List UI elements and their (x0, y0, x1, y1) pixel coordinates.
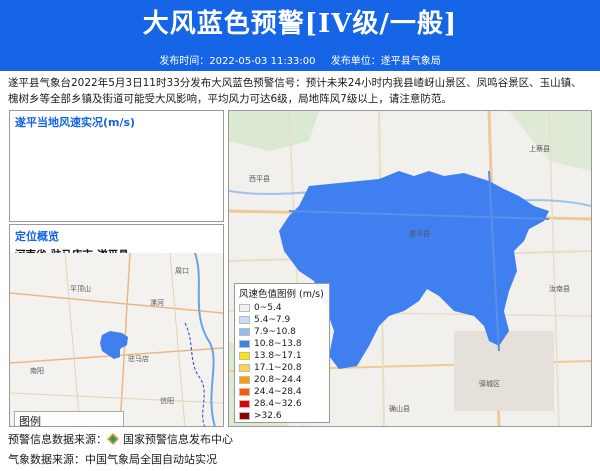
location-map-svg: 平顶山 漯河 周口 驻马店 南阳 信阳 (10, 252, 223, 426)
map-legend-title: 图例 (19, 415, 41, 427)
wind-legend-item: 13.8~17.1 (235, 350, 329, 362)
map-label: 驻马店 (128, 354, 149, 363)
wind-legend-label: 24.4~28.4 (254, 387, 302, 397)
weather-name: 中国气象局全国自动站实况 (85, 453, 217, 466)
wind-legend-swatch (239, 412, 250, 420)
map-label: 平顶山 (70, 284, 91, 293)
wind-legend-item: 0~5.4 (235, 302, 329, 314)
map-label: 周口 (175, 267, 189, 275)
map-legend: 图例 国界 省界 (14, 411, 124, 427)
wind-speed-legend: 风速色值图例 (m/s) 0~5.4 5.4~7.9 7.9~10.8 10.8~13… (234, 283, 330, 423)
wind-legend-label: 20.8~24.4 (254, 375, 302, 385)
wind-legend-item: 7.9~10.8 (235, 326, 329, 338)
wind-legend-label: 10.8~13.8 (254, 339, 302, 349)
main-map-panel: 西平县 遂平县 上蔡县 汝南县 驿城区 确山县 风速色值图例 (m/s) 0~5… (228, 110, 592, 427)
wind-legend-item: 5.4~7.9 (235, 314, 329, 326)
wind-legend-swatch (239, 328, 250, 336)
wind-legend-label: 5.4~7.9 (254, 315, 291, 325)
wind-legend-swatch (239, 304, 250, 312)
wind-legend-item: >32.6 (235, 410, 329, 422)
wind-legend-swatch (239, 376, 250, 384)
wind-legend-label: >32.6 (254, 411, 282, 421)
county-wind-map[interactable]: 西平县 遂平县 上蔡县 汝南县 驿城区 确山县 风速色值图例 (m/s) 0~5… (229, 111, 591, 426)
map-label: 驿城区 (479, 380, 500, 388)
wind-legend-swatch (239, 388, 250, 396)
weather-source: 气象数据来源： 中国气象局全国自动站实况 (8, 451, 592, 467)
warning-source: 预警信息数据来源： 国家预警信息发布中心 (8, 431, 592, 447)
location-title: 定位概览 (15, 230, 59, 243)
wind-legend-item: 17.1~20.8 (235, 362, 329, 374)
location-map[interactable]: 平顶山 漯河 周口 驻马店 南阳 信阳 图例 国界 省界 (10, 252, 223, 427)
map-label: 上蔡县 (529, 144, 550, 153)
wind-legend-label: 17.1~20.8 (254, 363, 302, 373)
warning-center-logo-icon (107, 433, 119, 445)
map-label: 确山县 (389, 404, 410, 413)
header-meta: 发布时间：2022-05-03 11:33:00 发布单位：遂平县气象局 (0, 55, 600, 71)
wind-legend-title: 风速色值图例 (m/s) (239, 289, 324, 300)
header-banner: 大风蓝色预警[IV级/一般] (0, 0, 600, 55)
publish-time: 发布时间：2022-05-03 11:33:00 (159, 56, 316, 67)
wind-legend-label: 0~5.4 (254, 303, 282, 313)
map-label: 汝南县 (549, 284, 570, 293)
wind-legend-item: 28.4~32.6 (235, 398, 329, 410)
map-label: 信阳 (160, 396, 174, 405)
wind-speed-title: 遂平当地风速实况(m/s) (15, 116, 136, 129)
publish-unit: 发布单位：遂平县气象局 (330, 56, 441, 67)
map-label: 漯河 (150, 298, 164, 307)
wind-legend-swatch (239, 400, 250, 408)
wind-legend-label: 13.8~17.1 (254, 351, 302, 361)
wind-legend-label: 28.4~32.6 (254, 399, 302, 409)
wind-legend-item: 20.8~24.4 (235, 374, 329, 386)
warning-title: 大风蓝色预警[IV级/一般] (142, 9, 458, 39)
source-label: 预警信息数据来源： (8, 433, 107, 446)
wind-legend-swatch (239, 340, 250, 348)
warning-description: 遂平县气象台2022年5月3日11时33分发布大风蓝色预警信号：预计未来24小时… (8, 77, 582, 105)
wind-legend-swatch (239, 316, 250, 324)
map-label: 南阳 (30, 366, 44, 375)
wind-legend-item: 10.8~13.8 (235, 338, 329, 350)
wind-speed-panel: 遂平当地风速实况(m/s) (9, 110, 224, 222)
location-panel: 定位概览 河南省-驻马店市-遂平县 平顶山 漯河 周口 驻马店 南阳 信阳 (9, 224, 224, 427)
weather-label: 气象数据来源： (8, 453, 85, 466)
wind-legend-item: 24.4~28.4 (235, 386, 329, 398)
wind-legend-swatch (239, 352, 250, 360)
wind-legend-label: 7.9~10.8 (254, 327, 296, 337)
wind-legend-swatch (239, 364, 250, 372)
map-label: 西平县 (249, 175, 270, 183)
map-label: 遂平县 (409, 229, 430, 238)
source-name: 国家预警信息发布中心 (123, 433, 233, 446)
